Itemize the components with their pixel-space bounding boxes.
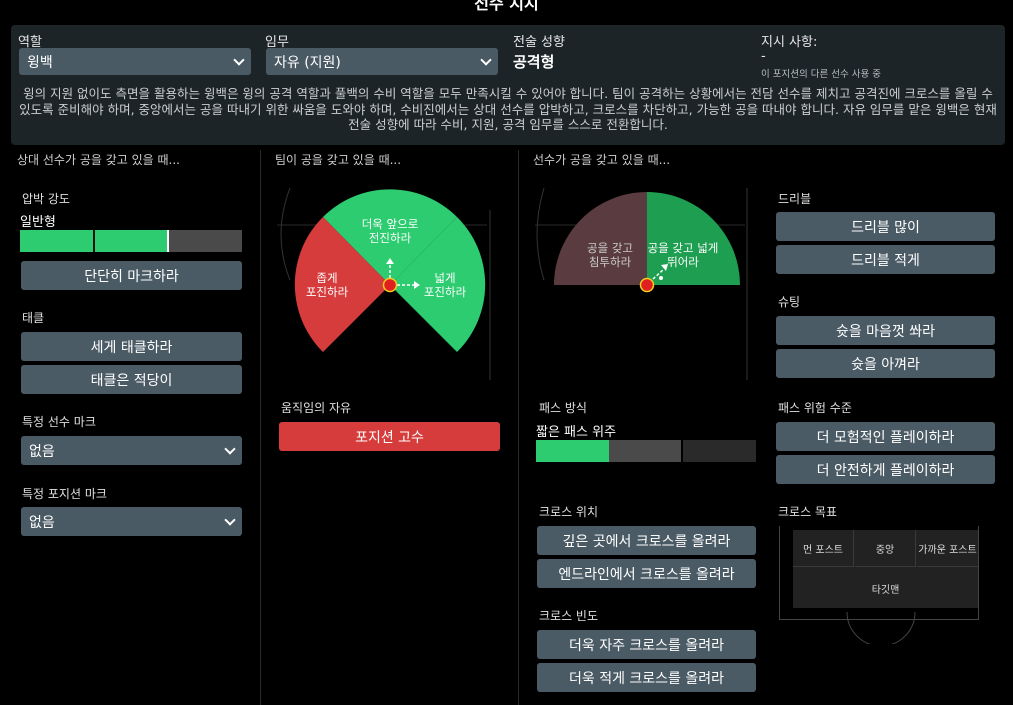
passing-value: 짧은 패스 위주 [536,425,617,440]
passing-label: 패스 방식 [539,401,587,415]
dial-forward-label: 더욱 앞으로 전진하라 [362,217,419,245]
chevron-down-icon [480,53,492,66]
dribble-direction-dial[interactable]: 공을 갖고 침투하라 공을 갖고 넓게 뛰어라 [530,180,755,390]
mark-position-label: 특정 포지션 마크 [22,487,107,501]
shooting-label: 슈팅 [778,295,801,309]
dial-run-with-ball-zone[interactable] [554,192,647,285]
column-divider [260,150,261,705]
chevron-down-icon [224,513,236,526]
player-marker[interactable] [382,277,398,293]
dial-run-with-ball-label: 공을 갖고 침투하라 [587,241,633,269]
page-title: 선수 지시 [474,0,539,13]
opponent-ball-caption: 상대 선수가 공을 갖고 있을 때... [17,153,180,167]
play-safer-button[interactable]: 더 안전하게 플레이하라 [776,455,995,484]
pressing-label: 압박 강도 [22,192,70,206]
cross-from-deep-button[interactable]: 깊은 곳에서 크로스를 올려라 [537,526,756,555]
cross-more-button[interactable]: 더욱 자주 크로스를 올려라 [537,630,756,659]
mentality-value: 공격형 [513,53,555,71]
freedom-label: 움직임의 자유 [281,401,352,415]
cross-frequency-label: 크로스 빈도 [539,609,599,623]
role-description: 윙의 지원 없이도 측면을 활용하는 윙백은 윙의 공격 역할과 풀백의 수비 … [19,86,997,132]
chevron-down-icon [224,442,236,455]
pressing-value: 일반형 [20,215,56,230]
ball-icon [659,276,663,280]
mark-player-select[interactable]: 없음 [21,436,242,465]
role-select[interactable]: 윙백 [19,48,251,75]
mark-tighter-button[interactable]: 단단히 마크하라 [21,261,242,290]
hold-position-button[interactable]: 포지션 고수 [279,422,500,451]
mentality-label: 전술 성향 [513,35,565,50]
mark-position-select[interactable]: 없음 [21,507,242,536]
shoot-less-button[interactable]: 슛을 아껴라 [776,349,995,378]
dribble-less-button[interactable]: 드리블 적게 [776,245,995,274]
chevron-down-icon [233,53,245,66]
slider-handle[interactable] [167,230,169,252]
mark-player-value: 없음 [29,443,55,460]
pitch-line [536,187,545,281]
shoot-more-button[interactable]: 슛을 마음껏 쏴라 [776,316,995,345]
passing-slider-segment [683,440,756,462]
ease-off-tackles-button[interactable]: 태클은 적당이 [21,365,242,394]
role-select-value: 윙백 [27,54,53,71]
cross-target-near-post[interactable]: 가까운 포스트 [917,530,978,567]
cross-target-label: 크로스 목표 [778,505,838,519]
pitch-line [280,187,291,281]
mark-position-value: 없음 [29,514,55,531]
cross-target-far-post[interactable]: 먼 포스트 [793,530,854,567]
player-marker[interactable] [639,277,655,293]
dribble-more-button[interactable]: 드리블 많이 [776,212,995,241]
tackle-label: 태클 [22,311,45,325]
take-more-risks-button[interactable]: 더 모험적인 플레이하라 [776,422,995,451]
slider-divider [93,230,95,252]
cross-target-centre[interactable]: 중앙 [855,530,916,567]
instructions-label: 지시 사항: [761,35,818,50]
cross-from-byline-button[interactable]: 엔드라인에서 크로스를 올려라 [537,559,756,588]
tackle-harder-button[interactable]: 세게 태클하라 [21,332,242,361]
passing-risk-label: 패스 위험 수준 [778,401,852,415]
instructions-value: - [761,49,766,64]
pressing-slider[interactable] [20,230,242,252]
passing-slider[interactable] [536,440,756,462]
cross-target-area: 먼 포스트 중앙 가까운 포스트 타깃맨 [793,530,978,608]
positioning-dial[interactable]: 더욱 앞으로 전진하라 좁게 포진하라 넓게 포진하라 [272,180,497,390]
passing-slider-fill [536,440,609,462]
team-ball-caption: 팀이 공을 갖고 있을 때... [275,153,402,167]
instructions-note: 이 포지션의 다른 선수 사용 중 [761,69,881,80]
cross-target-target-man[interactable]: 타깃맨 [793,568,978,608]
mark-player-label: 특정 선수 마크 [22,415,96,429]
duty-select-value: 자유 (지원) [274,54,341,71]
cross-position-label: 크로스 위치 [539,505,599,519]
passing-slider-segment [609,440,681,462]
player-ball-caption: 선수가 공을 갖고 있을 때... [533,153,671,167]
column-divider [518,150,519,705]
duty-select[interactable]: 자유 (지원) [266,48,498,75]
cross-less-button[interactable]: 더욱 적게 크로스를 올려라 [537,663,756,692]
dribble-label: 드리블 [778,192,812,206]
penalty-arc [846,612,916,644]
